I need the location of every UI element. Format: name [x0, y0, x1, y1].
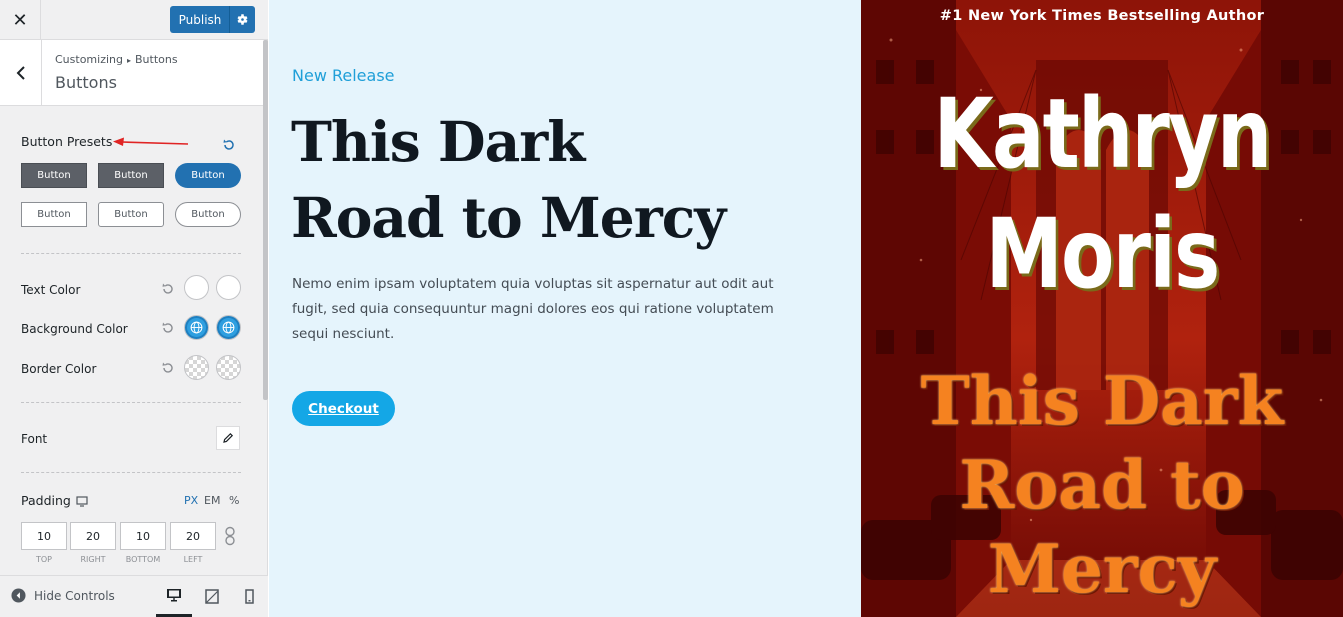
breadcrumb-parent: Customizing: [55, 53, 123, 66]
checkout-button[interactable]: Checkout: [292, 391, 395, 426]
section-title: Buttons: [55, 73, 117, 92]
padding-left-caption: LEFT: [183, 555, 203, 564]
hero-title-line: This Dark: [291, 109, 585, 174]
customizer-topbar: ✕ Publish: [0, 0, 268, 40]
padding-bottom-caption: BOTTOM: [125, 555, 161, 564]
device-tablet-button[interactable]: [194, 576, 230, 617]
back-button[interactable]: [0, 40, 42, 105]
cover-title-line: Road to: [959, 446, 1245, 524]
gear-icon: [237, 14, 248, 25]
cover-title-line: This Dark: [920, 362, 1284, 440]
mobile-icon: [244, 589, 254, 604]
tablet-icon: [205, 589, 219, 604]
background-color-hover-swatch[interactable]: [216, 315, 241, 340]
publish-settings-button[interactable]: [229, 6, 255, 33]
hide-controls-button[interactable]: Hide Controls: [11, 588, 115, 603]
preset-outline-square[interactable]: Button: [21, 202, 87, 227]
breadcrumb-separator-icon: ▸: [126, 56, 131, 65]
eyebrow-text: New Release: [292, 66, 395, 85]
reset-presets-icon[interactable]: [222, 138, 236, 152]
preset-outline-pill[interactable]: Button: [175, 202, 241, 227]
preset-filled-square[interactable]: Button: [21, 163, 87, 188]
customizer-footer: Hide Controls: [0, 575, 268, 617]
hero-description: Nemo enim ipsam voluptatem quia voluptas…: [292, 276, 774, 342]
cover-author-first-name: Kathryn: [933, 78, 1273, 190]
divider: [21, 402, 241, 403]
hero-title-line: Road to Mercy: [291, 185, 726, 250]
padding-top-caption: TOP: [35, 555, 52, 564]
globe-icon: [222, 321, 235, 334]
padding-left-input[interactable]: [170, 522, 216, 550]
cover-title-line: Mercy: [987, 530, 1217, 608]
preset-filled-rounded[interactable]: Button: [98, 163, 164, 188]
collapse-icon: [11, 588, 26, 603]
font-edit-button[interactable]: [216, 426, 240, 450]
divider: [21, 253, 241, 254]
unit-percent[interactable]: %: [229, 494, 239, 507]
site-preview: New Release This Dark Road to Mercy Nemo…: [269, 0, 861, 617]
unit-em[interactable]: EM: [204, 494, 220, 507]
customizer-sidebar: ✕ Publish Customizing ▸ Buttons Buttons Bu…: [0, 0, 268, 617]
font-label: Font: [21, 432, 48, 446]
padding-top-input[interactable]: [21, 522, 67, 550]
padding-label: Padding: [21, 493, 71, 508]
text-color-hover-swatch[interactable]: [216, 275, 241, 300]
reset-background-color-icon[interactable]: [161, 321, 175, 335]
border-color-label: Border Color: [21, 362, 97, 376]
padding-right-input[interactable]: [70, 522, 116, 550]
preset-filled-pill[interactable]: Button: [175, 163, 241, 188]
desktop-icon: [167, 588, 181, 601]
divider: [21, 472, 241, 473]
text-color-swatch[interactable]: [184, 275, 209, 300]
book-cover-image: #1 New York Times Bestselling Author Kat…: [861, 0, 1343, 617]
section-header: Customizing ▸ Buttons Buttons: [0, 40, 264, 106]
hide-controls-label: Hide Controls: [34, 588, 115, 603]
unit-px[interactable]: PX: [184, 494, 198, 507]
hero-title: This Dark Road to Mercy: [291, 104, 831, 256]
pencil-icon: [223, 432, 234, 443]
close-customizer-button[interactable]: ✕: [0, 0, 41, 40]
globe-icon: [190, 321, 203, 334]
sidebar-scrollbar[interactable]: [263, 40, 268, 400]
desktop-icon[interactable]: [76, 496, 88, 507]
background-color-label: Background Color: [21, 322, 128, 336]
button-presets-label: Button Presets: [21, 134, 113, 149]
device-desktop-button[interactable]: [156, 576, 192, 617]
padding-bottom-input[interactable]: [120, 522, 166, 550]
breadcrumb-current: Buttons: [135, 53, 178, 66]
breadcrumb: Customizing ▸ Buttons: [55, 53, 178, 66]
reset-text-color-icon[interactable]: [161, 282, 175, 296]
cover-author-last-name: Moris: [985, 198, 1220, 310]
annotation-arrow-icon: [113, 137, 189, 146]
border-color-hover-swatch[interactable]: [216, 355, 241, 380]
reset-border-color-icon[interactable]: [161, 361, 175, 375]
chevron-left-icon: [16, 65, 25, 80]
cover-tagline: #1 New York Times Bestselling Author: [939, 8, 1265, 24]
padding-right-caption: RIGHT: [80, 555, 106, 564]
device-mobile-button[interactable]: [231, 576, 267, 617]
link-values-icon[interactable]: [223, 526, 237, 546]
text-color-label: Text Color: [21, 283, 81, 297]
close-icon: ✕: [12, 9, 28, 31]
preset-outline-rounded[interactable]: Button: [98, 202, 164, 227]
publish-button[interactable]: Publish: [170, 6, 230, 33]
border-color-swatch[interactable]: [184, 355, 209, 380]
background-color-swatch[interactable]: [184, 315, 209, 340]
